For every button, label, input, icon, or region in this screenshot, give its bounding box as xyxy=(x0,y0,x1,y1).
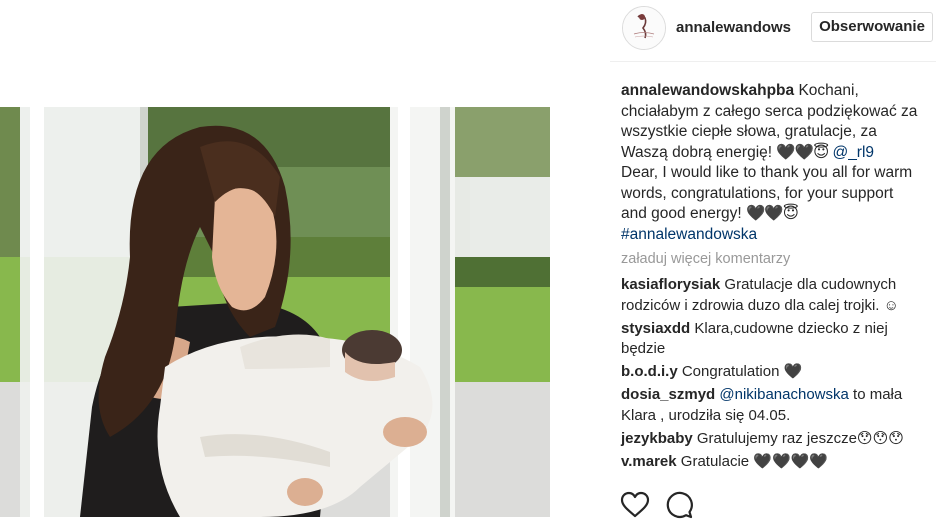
photo-illustration xyxy=(0,107,550,517)
comment-item: v.marek Gratulacie 🖤🖤🖤🖤 xyxy=(621,452,921,473)
header-username[interactable]: annalewandowsl xyxy=(676,19,792,36)
caption-emoji-en: 🖤🖤😇 xyxy=(745,205,799,222)
post-actions xyxy=(620,490,936,524)
comment-item: stysiaxdd Klara,cudowne dziecko z niej b… xyxy=(621,319,921,360)
comment-username[interactable]: b.o.d.i.y xyxy=(621,363,678,380)
post-sidebar: annalewandowsl Obserwowanie annalewandow… xyxy=(610,0,936,527)
comment-list: kasiaflorysiak Gratulacje dla cudownych … xyxy=(621,275,921,475)
avatar[interactable] xyxy=(622,6,666,50)
comment-username[interactable]: jezykbaby xyxy=(621,430,693,447)
comment-text: Gratulujemy raz jeszcze😯😯😯 xyxy=(692,429,904,447)
load-more-comments-link[interactable]: załaduj więcej komentarzy xyxy=(621,251,790,267)
caption-username[interactable]: annalewandowskahpba xyxy=(621,82,794,99)
comment-item: kasiaflorysiak Gratulacje dla cudownych … xyxy=(621,275,921,316)
comment-username[interactable]: v.marek xyxy=(621,453,677,470)
comment-item: dosia_szmyd @nikibanachowska to mała Kla… xyxy=(621,385,921,426)
caption-emoji-pl: 🖤🖤😇 xyxy=(776,143,829,161)
avatar-logo-icon xyxy=(623,7,665,49)
caption-hashtag[interactable]: #annalewandowska xyxy=(621,226,757,243)
heart-outline-icon[interactable] xyxy=(620,490,650,520)
following-button[interactable]: Obserwowanie xyxy=(811,12,933,42)
speech-bubble-icon[interactable] xyxy=(664,490,694,520)
comment-username[interactable]: kasiaflorysiak xyxy=(621,276,720,293)
comment-mention[interactable]: @nikibanachowska xyxy=(719,386,848,403)
comment-username[interactable]: dosia_szmyd xyxy=(621,386,715,403)
comment-username[interactable]: stysiaxdd xyxy=(621,320,690,337)
comment-text: Congratulation 🖤 xyxy=(677,363,803,380)
post-header: annalewandowsl Obserwowanie xyxy=(620,6,936,52)
post-photo[interactable] xyxy=(0,107,550,517)
header-divider xyxy=(610,61,936,62)
post-caption: annalewandowskahpba Kochani, chciałabym … xyxy=(621,81,921,245)
comment-item: b.o.d.i.y Congratulation 🖤 xyxy=(621,362,921,383)
comment-text: Gratulacie 🖤🖤🖤🖤 xyxy=(676,452,829,470)
comment-item: jezykbaby Gratulujemy raz jeszcze😯😯😯 xyxy=(621,429,921,450)
caption-mention[interactable]: @_rl9 xyxy=(832,144,874,161)
